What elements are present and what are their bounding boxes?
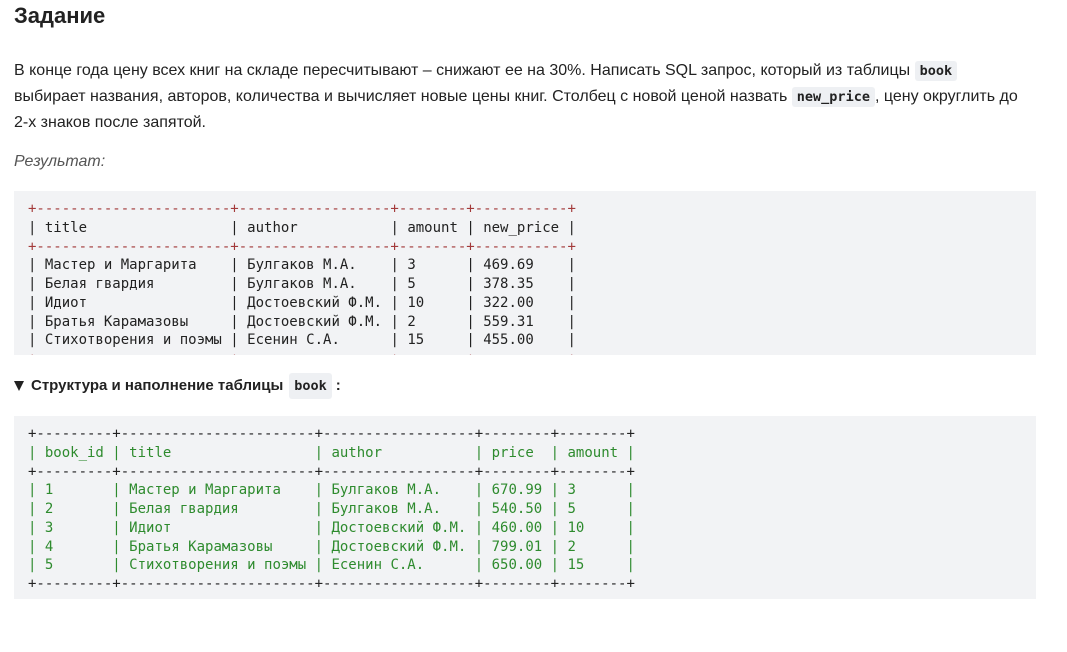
result-table-row: | Белая гвардия | Булгаков М.А. | 5 | 37… <box>28 276 576 292</box>
result-table-cell: Белая гвардия <box>44 276 231 292</box>
table-name-code: book <box>914 61 958 81</box>
result-table-cell: 469.69 <box>483 257 568 274</box>
source-table-cell: 460.00 <box>491 519 551 536</box>
source-table-cell: title <box>129 444 315 461</box>
result-table-cell: new_price <box>483 219 568 236</box>
result-table-cell: Стихотворения и поэмы <box>44 332 231 349</box>
source-table-cell: 799.01 <box>491 538 551 555</box>
source-table-cell: 2 <box>567 538 627 555</box>
result-table-cell: Братья Карамазовы <box>44 313 231 330</box>
source-table-cell: book_id <box>44 444 113 461</box>
source-table-row: | 1 | Мастер и Маргарита | Булгаков М.А.… <box>28 482 635 499</box>
result-label: Результат: <box>14 153 106 170</box>
result-table-cell: Достоевский Ф.М. <box>247 313 391 330</box>
source-table-separator-line: +---------+-----------------------+-----… <box>28 463 635 480</box>
source-table-row: | 2 | Белая гвардия | Булгаков М.А. | 54… <box>28 501 635 517</box>
result-table-header-row: | title | author | amount | new_price | <box>28 219 576 236</box>
source-table-cell: Стихотворения и поэмы <box>129 557 315 574</box>
result-table-cell: Мастер и Маргарита <box>44 257 231 274</box>
source-table-cell: 5 <box>44 557 113 574</box>
source-table-cell: 670.99 <box>491 482 551 499</box>
source-table-cell: Братья Карамазовы <box>129 538 315 555</box>
description-part-1: В конце года цену всех книг на складе пе… <box>14 62 915 79</box>
result-table-cell: title <box>44 219 231 236</box>
result-table-cell: 322.00 <box>483 294 568 311</box>
triangle-down-icon <box>14 381 24 391</box>
source-table-cell: 3 <box>567 482 627 499</box>
source-table-cell: Идиот <box>129 519 315 536</box>
result-table-cell: Достоевский Ф.М. <box>247 294 391 311</box>
details-summary-text: Структура и наполнение таблицы <box>31 377 284 394</box>
result-table-cell: 3 <box>407 257 467 274</box>
result-table-cell: 559.31 <box>483 313 568 330</box>
task-page: Задание В конце года цену всех книг на с… <box>14 0 1036 599</box>
source-table-cell: Булгаков М.А. <box>331 482 475 499</box>
source-table-cell: 4 <box>44 538 113 555</box>
result-table-cell: amount <box>407 219 467 236</box>
result-table-separator-line: +-----------------------+---------------… <box>28 201 576 217</box>
task-description: В конце года цену всех книг на складе пе… <box>14 58 1029 136</box>
result-table-cell: 455.00 <box>483 332 568 349</box>
source-table-cell: 10 <box>567 519 627 536</box>
result-table-separator-line: +-----------------------+---------------… <box>28 351 576 355</box>
source-table-separator-line: +---------+-----------------------+-----… <box>28 576 635 592</box>
source-table-cell: Достоевский Ф.М. <box>331 538 475 555</box>
source-table-cell: 650.00 <box>491 557 551 574</box>
source-table-cell: 540.50 <box>491 501 551 517</box>
source-table-cell: 3 <box>44 519 113 536</box>
source-table-row: | 3 | Идиот | Достоевский Ф.М. | 460.00 … <box>28 519 635 536</box>
column-name-code: new_price <box>791 87 875 107</box>
details-table-name-code: book <box>289 373 332 399</box>
source-table-cell: Мастер и Маргарита <box>129 482 315 499</box>
source-table-cell: Булгаков М.А. <box>331 501 475 517</box>
result-table-row: | Братья Карамазовы | Достоевский Ф.М. |… <box>28 313 576 330</box>
result-table-cell: Есенин С.А. <box>247 332 391 349</box>
source-table-header-row: | book_id | title | author | price | amo… <box>28 444 635 461</box>
result-table-cell: Булгаков М.А. <box>247 276 391 292</box>
source-table-separator-line: +---------+-----------------------+-----… <box>28 426 635 442</box>
source-table-cell: author <box>331 444 475 461</box>
source-table-cell: Есенин С.А. <box>331 557 475 574</box>
result-table-cell: Булгаков М.А. <box>247 257 391 274</box>
result-table-row: | Мастер и Маргарита | Булгаков М.А. | 3… <box>28 257 576 274</box>
source-table-cell: amount <box>567 444 627 461</box>
result-table-block: +-----------------------+---------------… <box>14 191 1036 355</box>
result-table-cell: 15 <box>407 332 467 349</box>
result-table-cell: 378.35 <box>483 276 568 292</box>
source-table-cell: Достоевский Ф.М. <box>331 519 475 536</box>
result-table-cell: Идиот <box>44 294 231 311</box>
source-table-cell: 2 <box>44 501 113 517</box>
result-table-cell: 5 <box>407 276 467 292</box>
result-table-cell: author <box>247 219 391 236</box>
description-part-2: выбирает названия, авторов, количества и… <box>14 88 792 105</box>
result-table-row: | Идиот | Достоевский Ф.М. | 10 | 322.00… <box>28 294 576 311</box>
details-suffix: : <box>335 377 341 394</box>
source-table-row: | 5 | Стихотворения и поэмы | Есенин С.А… <box>28 557 635 574</box>
result-table-cell: 2 <box>407 313 467 330</box>
source-table-cell: 5 <box>567 501 627 517</box>
source-table-cell: 15 <box>567 557 627 574</box>
details-summary-toggle[interactable]: Структура и наполнение таблицы book : <box>14 373 1036 399</box>
page-title: Задание <box>14 3 106 28</box>
source-table-cell: price <box>491 444 551 461</box>
result-table-row: | Стихотворения и поэмы | Есенин С.А. | … <box>28 332 576 349</box>
result-table-cell: 10 <box>407 294 467 311</box>
source-table-row: | 4 | Братья Карамазовы | Достоевский Ф.… <box>28 538 635 555</box>
result-table-separator-line: +-----------------------+---------------… <box>28 238 576 255</box>
source-table-block: +---------+-----------------------+-----… <box>14 416 1036 599</box>
source-table-cell: Белая гвардия <box>129 501 315 517</box>
source-table-cell: 1 <box>44 482 113 499</box>
